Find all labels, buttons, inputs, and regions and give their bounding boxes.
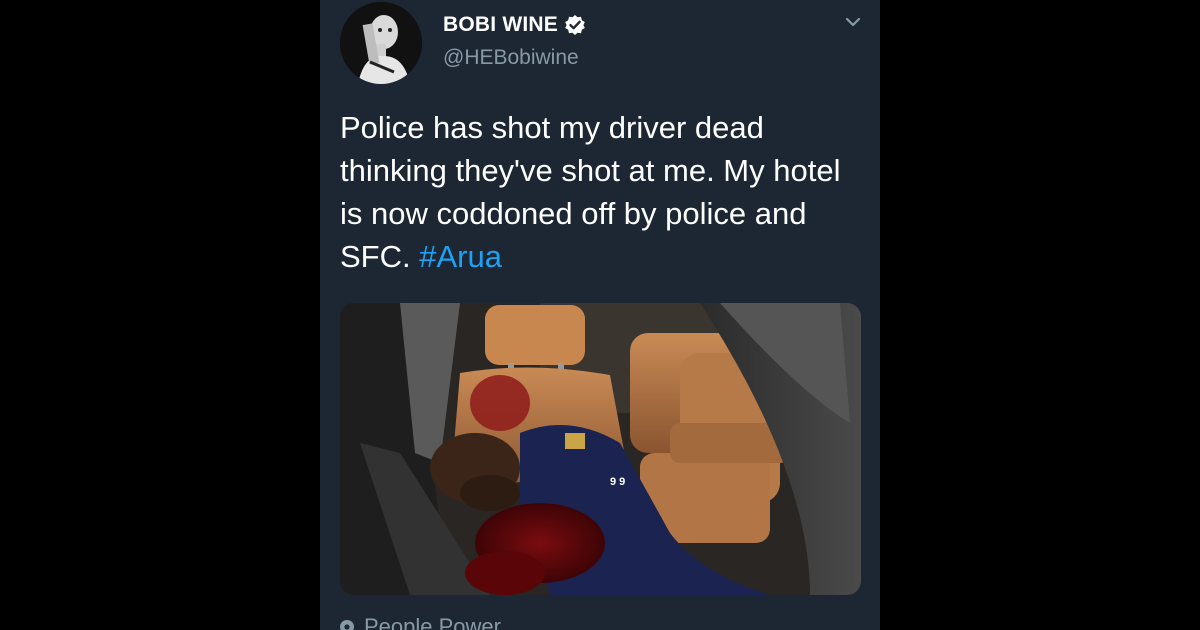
profile-avatar[interactable] bbox=[340, 2, 422, 84]
avatar-image bbox=[340, 2, 422, 84]
author-handle[interactable]: @HEBobiwine bbox=[443, 46, 579, 70]
photo-image: 9 9 bbox=[340, 303, 861, 595]
photo-attachment[interactable]: 9 9 bbox=[340, 303, 861, 595]
svg-text:9 9: 9 9 bbox=[610, 476, 625, 488]
hashtag-link[interactable]: #Arua bbox=[419, 239, 502, 274]
screenshot-frame: BOBI WINE @HEBobiwine Police has shot my… bbox=[0, 0, 1200, 630]
display-name[interactable]: BOBI WINE bbox=[443, 13, 558, 37]
tweet-location[interactable]: People Power bbox=[340, 614, 501, 630]
verified-badge-icon bbox=[564, 14, 586, 36]
location-pin-icon bbox=[340, 618, 354, 630]
author-name-row[interactable]: BOBI WINE bbox=[443, 13, 586, 37]
tweet-text: Police has shot my driver dead thinking … bbox=[340, 106, 860, 278]
tweet-body: Police has shot my driver dead thinking … bbox=[340, 110, 841, 274]
chevron-down-icon[interactable] bbox=[843, 12, 863, 32]
location-label[interactable]: People Power bbox=[364, 614, 501, 630]
